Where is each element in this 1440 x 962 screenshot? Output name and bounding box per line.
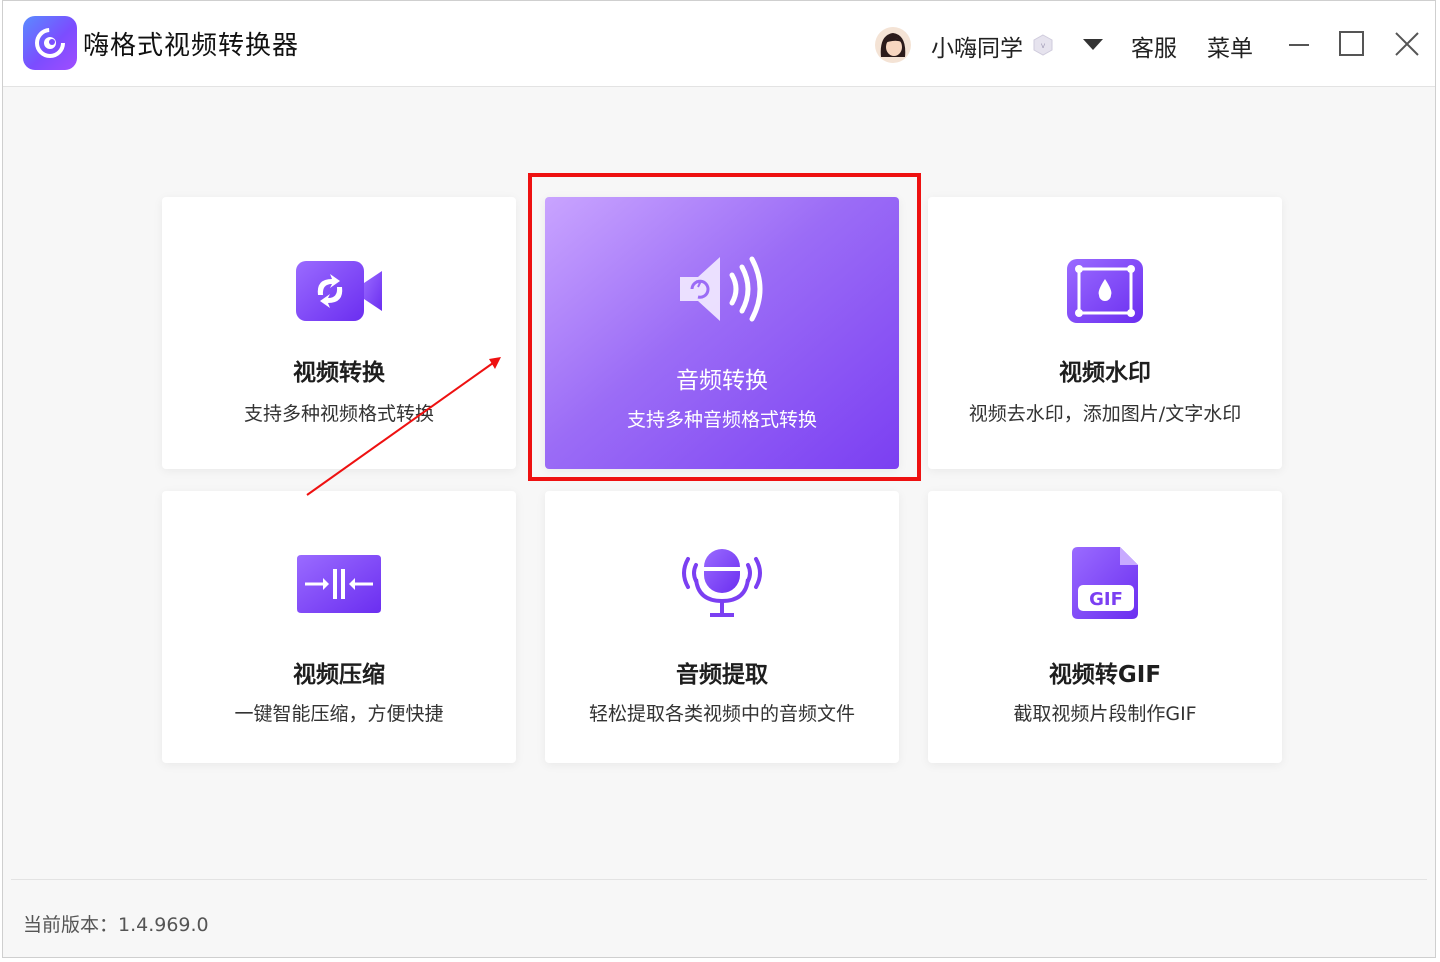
version-label: 当前版本：1.4.969.0 (23, 914, 209, 936)
app-window: 嗨格式视频转换器 小嗨同学 V 客服 菜单 视频转换 支持多种视频格式转换 音频… (2, 0, 1436, 958)
footer-divider (11, 879, 1427, 880)
pointer-arrow-icon (306, 357, 501, 496)
